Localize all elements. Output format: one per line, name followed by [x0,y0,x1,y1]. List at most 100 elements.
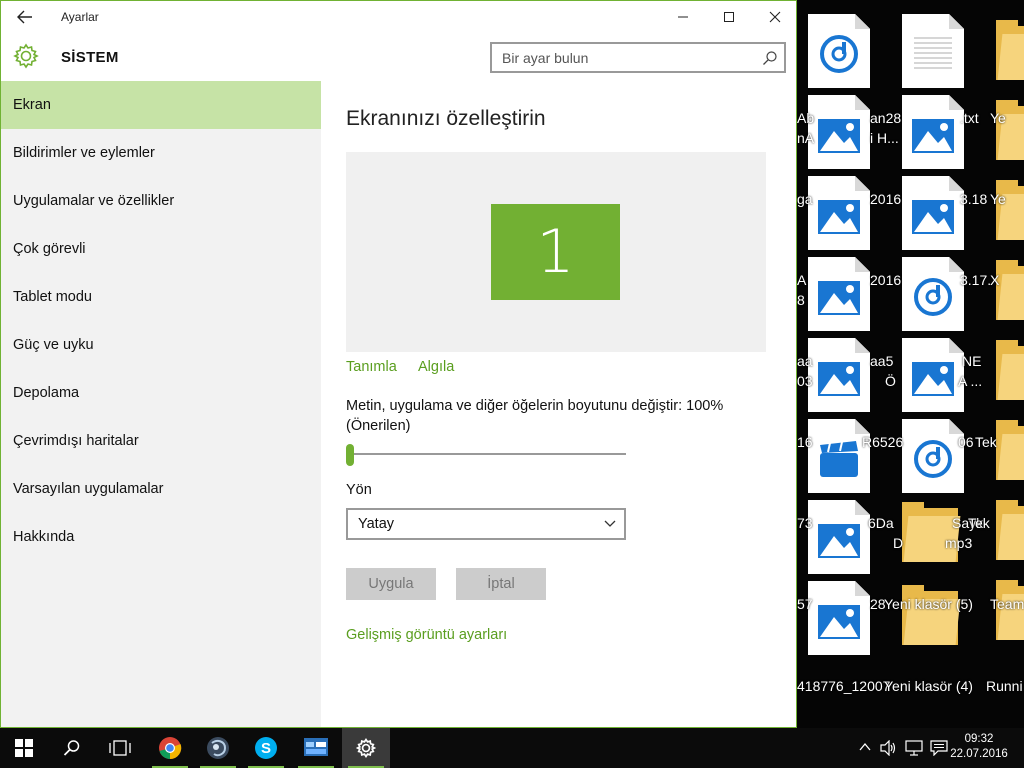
advanced-display-settings-link[interactable]: Gelişmiş görüntü ayarları [346,627,507,643]
desktop-label: R6526 [862,434,904,450]
sidebar: Ekran Bildirimler ve eylemler Uygulamala… [1,81,321,727]
desktop-label: nA [797,130,815,146]
taskbar: S 09:32 22.07.2016 [0,728,1024,768]
image-file-icon[interactable] [808,95,870,169]
folder-icon[interactable] [996,180,1024,240]
desktop-label: mp3 [945,535,973,551]
music-file-icon[interactable] [808,14,870,88]
windows-logo-icon [15,739,33,757]
desktop-label: 8 [797,292,805,308]
chevron-down-icon [604,520,616,527]
desktop-label: Tek [975,434,997,450]
folder-icon[interactable] [996,100,1024,160]
clock-time: 09:32 [964,733,994,745]
desktop-label: 2016 [870,272,902,288]
desktop-label: aa [797,353,813,369]
folder-icon[interactable] [996,500,1024,560]
sidebar-item-notifications[interactable]: Bildirimler ve eylemler [1,129,321,177]
desktop-label: A ... [958,373,983,389]
text-file-icon[interactable] [902,14,964,88]
folder-icon[interactable] [902,585,961,645]
app-taskbar-button[interactable] [194,728,242,768]
search-icon [63,740,80,756]
monitor-number: 1 [536,217,575,287]
search-placeholder: Bir ayar bulun [502,50,589,66]
folder-icon[interactable] [996,420,1024,480]
image-file-icon[interactable] [902,176,964,250]
desktop-label: 03 [797,373,813,389]
folder-icon[interactable] [996,20,1024,80]
settings-taskbar-button[interactable] [342,728,390,768]
clock[interactable]: 09:32 22.07.2016 [946,732,1012,762]
sidebar-item-ekran[interactable]: Ekran [1,81,321,129]
desktop-label: Yeni klasör (4) [884,678,973,694]
apply-button[interactable]: Uygula [346,568,436,600]
image-file-icon[interactable] [902,95,964,169]
maximize-button[interactable] [706,1,752,33]
task-view-button[interactable] [96,728,144,768]
chrome-taskbar-button[interactable] [146,728,194,768]
music-file-icon[interactable] [902,257,964,331]
cancel-button[interactable]: İptal [456,568,546,600]
back-button[interactable] [9,3,41,31]
image-file-icon[interactable] [808,176,870,250]
sidebar-item-power-sleep[interactable]: Güç ve uyku [1,321,321,369]
start-button[interactable] [0,728,48,768]
scale-slider-thumb[interactable] [346,444,354,466]
monitor-tile[interactable]: 1 [491,204,620,300]
chrome-icon [159,737,182,760]
sidebar-item-about[interactable]: Hakkında [1,513,321,561]
image-file-icon[interactable] [808,257,870,331]
sidebar-item-apps[interactable]: Uygulamalar ve özellikler [1,177,321,225]
chevron-up-icon[interactable] [858,740,872,754]
scale-slider[interactable] [346,453,626,455]
gear-icon [13,43,39,69]
folder-icon[interactable] [996,340,1024,400]
close-button[interactable] [752,1,798,33]
network-icon[interactable] [905,740,923,756]
window-app-icon [304,738,328,756]
search-button[interactable] [48,728,96,768]
sidebar-item-label: Tablet modu [13,289,92,305]
orientation-dropdown[interactable]: Yatay [346,508,626,540]
arrow-left-icon [17,10,32,24]
sidebar-item-default-apps[interactable]: Varsayılan uygulamalar [1,465,321,513]
title-bar[interactable]: Ayarlar [1,1,796,33]
music-file-icon[interactable] [902,419,964,493]
desktop-label: Ab [797,110,815,126]
identify-link[interactable]: Tanımla [346,359,397,375]
sidebar-item-tablet-mode[interactable]: Tablet modu [1,273,321,321]
sidebar-item-offline-maps[interactable]: Çevrimdışı haritalar [1,417,321,465]
desktop-label: 16 [797,434,813,450]
settings-search-input[interactable]: Bir ayar bulun [490,42,786,73]
sidebar-item-multitasking[interactable]: Çok görevli [1,225,321,273]
desktop-label: X [990,272,1000,288]
sidebar-item-storage[interactable]: Depolama [1,369,321,417]
sidebar-item-label: Çevrimdışı haritalar [13,433,139,449]
app-logo-icon [207,737,229,759]
search-icon[interactable] [762,50,778,66]
detect-link[interactable]: Algıla [418,359,454,375]
image-file-icon[interactable] [808,338,870,412]
desktop-app-taskbar-button[interactable] [292,728,340,768]
desktop-label: Ye [990,110,1006,126]
skype-taskbar-button[interactable]: S [242,728,290,768]
sidebar-item-label: Bildirimler ve eylemler [13,145,155,161]
image-file-icon[interactable] [902,338,964,412]
desktop-label: 57 [797,596,813,612]
video-file-icon[interactable] [808,419,870,493]
minimize-button[interactable] [660,1,706,33]
desktop-label: D [893,535,904,551]
gear-icon [356,738,376,758]
image-file-icon[interactable] [808,500,870,574]
section-header: SİSTEM Bir ayar bulun [1,33,796,81]
folder-icon[interactable] [902,502,961,562]
volume-icon[interactable] [880,740,898,756]
desktop-label: NE [962,353,982,369]
desktop-label: Yeni klasör (5) [884,596,973,612]
folder-icon[interactable] [996,260,1024,320]
settings-window: Ayarlar SİSTEM Bir ayar bulun Ekran Bild… [0,0,797,728]
desktop-label: Runni [986,678,1023,694]
image-file-icon[interactable] [808,581,870,655]
desktop-label: 6Da [868,515,894,531]
